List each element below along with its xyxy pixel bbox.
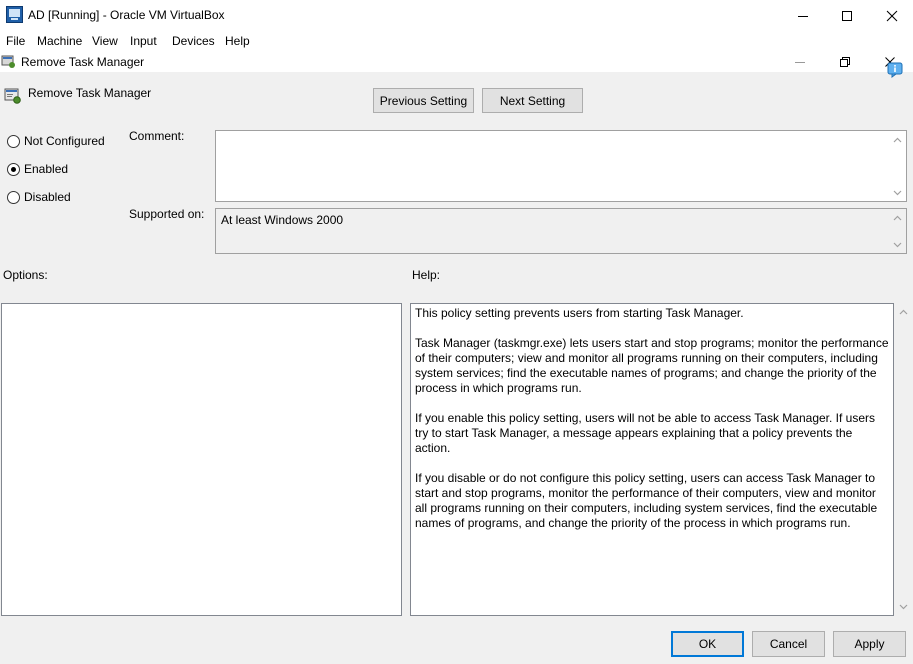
maximize-button[interactable] (824, 0, 870, 31)
help-label: Help: (412, 268, 441, 282)
minimize-icon (798, 15, 808, 17)
policy-icon (1, 55, 15, 68)
radio-circle[interactable] (7, 190, 20, 204)
radio-not-configured[interactable]: Not Configured (7, 134, 105, 148)
close-button[interactable] (869, 0, 913, 31)
help-scrollbar[interactable] (893, 303, 913, 616)
chevron-up-icon[interactable] (899, 309, 908, 315)
restore-icon (840, 56, 850, 67)
window-titlebar: AD [Running] - Oracle VM VirtualBox (0, 0, 913, 31)
scroll-up-arrow[interactable] (889, 131, 906, 148)
policy-icon (4, 88, 21, 104)
next-setting-button[interactable]: Next Setting (482, 88, 583, 113)
radio-enabled[interactable]: Enabled (7, 162, 68, 176)
scroll-down-arrow[interactable] (889, 184, 906, 201)
menu-help[interactable]: Help (225, 34, 250, 48)
dialog-titlebar: Remove Task Manager (0, 51, 913, 72)
scroll-down-arrow[interactable] (889, 236, 906, 253)
virtualbox-icon (6, 6, 23, 23)
maximize-icon (842, 10, 852, 21)
menu-view[interactable]: View (92, 34, 118, 48)
radio-label: Not Configured (24, 134, 105, 148)
help-paragraph: Task Manager (taskmgr.exe) lets users st… (415, 336, 889, 395)
options-panel (1, 303, 402, 616)
previous-setting-button[interactable]: Previous Setting (373, 88, 474, 113)
chevron-down-icon (893, 242, 902, 247)
chevron-up-icon (893, 137, 902, 142)
cancel-button[interactable]: Cancel (752, 631, 825, 657)
minimize-icon (795, 61, 805, 63)
help-panel: This policy setting prevents users from … (410, 303, 894, 616)
radio-label: Disabled (24, 190, 71, 204)
radio-label: Enabled (24, 162, 69, 176)
chevron-down-icon[interactable] (899, 604, 908, 610)
close-icon (886, 10, 898, 21)
comment-input[interactable] (215, 130, 907, 202)
notification-icon[interactable] (887, 62, 903, 78)
chevron-down-icon (893, 190, 902, 195)
window-title: AD [Running] - Oracle VM VirtualBox (28, 8, 225, 22)
supported-on-value: At least Windows 2000 (221, 213, 344, 227)
supported-on-field: At least Windows 2000 (215, 208, 907, 254)
dialog-title: Remove Task Manager (21, 55, 145, 69)
help-paragraph: If you enable this policy setting, users… (415, 411, 876, 455)
policy-title: Remove Task Manager (28, 86, 152, 100)
apply-button[interactable]: Apply (833, 631, 906, 657)
comment-scrollbar[interactable] (889, 131, 906, 201)
help-paragraph: If you disable or do not configure this … (415, 471, 878, 530)
radio-circle[interactable] (7, 134, 20, 148)
help-text: This policy setting prevents users from … (415, 306, 891, 546)
chevron-up-icon (893, 215, 902, 220)
menu-machine[interactable]: Machine (37, 34, 82, 48)
supported-on-label: Supported on: (129, 207, 205, 221)
supported-scrollbar[interactable] (889, 209, 906, 253)
menu-bar: File Machine View Input Devices Help (0, 31, 913, 51)
scroll-up-arrow[interactable] (889, 209, 906, 226)
comment-label: Comment: (129, 129, 185, 143)
minimize-button[interactable] (780, 0, 826, 31)
radio-disabled[interactable]: Disabled (7, 190, 71, 204)
options-label: Options: (3, 268, 48, 282)
menu-input[interactable]: Input (130, 34, 157, 48)
menu-file[interactable]: File (6, 34, 25, 48)
help-paragraph: This policy setting prevents users from … (415, 306, 744, 320)
dialog-minimize-button[interactable] (791, 53, 809, 70)
dialog-restore-button[interactable] (836, 53, 854, 70)
menu-devices[interactable]: Devices (172, 34, 215, 48)
radio-circle[interactable] (7, 162, 20, 176)
ok-button[interactable]: OK (671, 631, 744, 657)
